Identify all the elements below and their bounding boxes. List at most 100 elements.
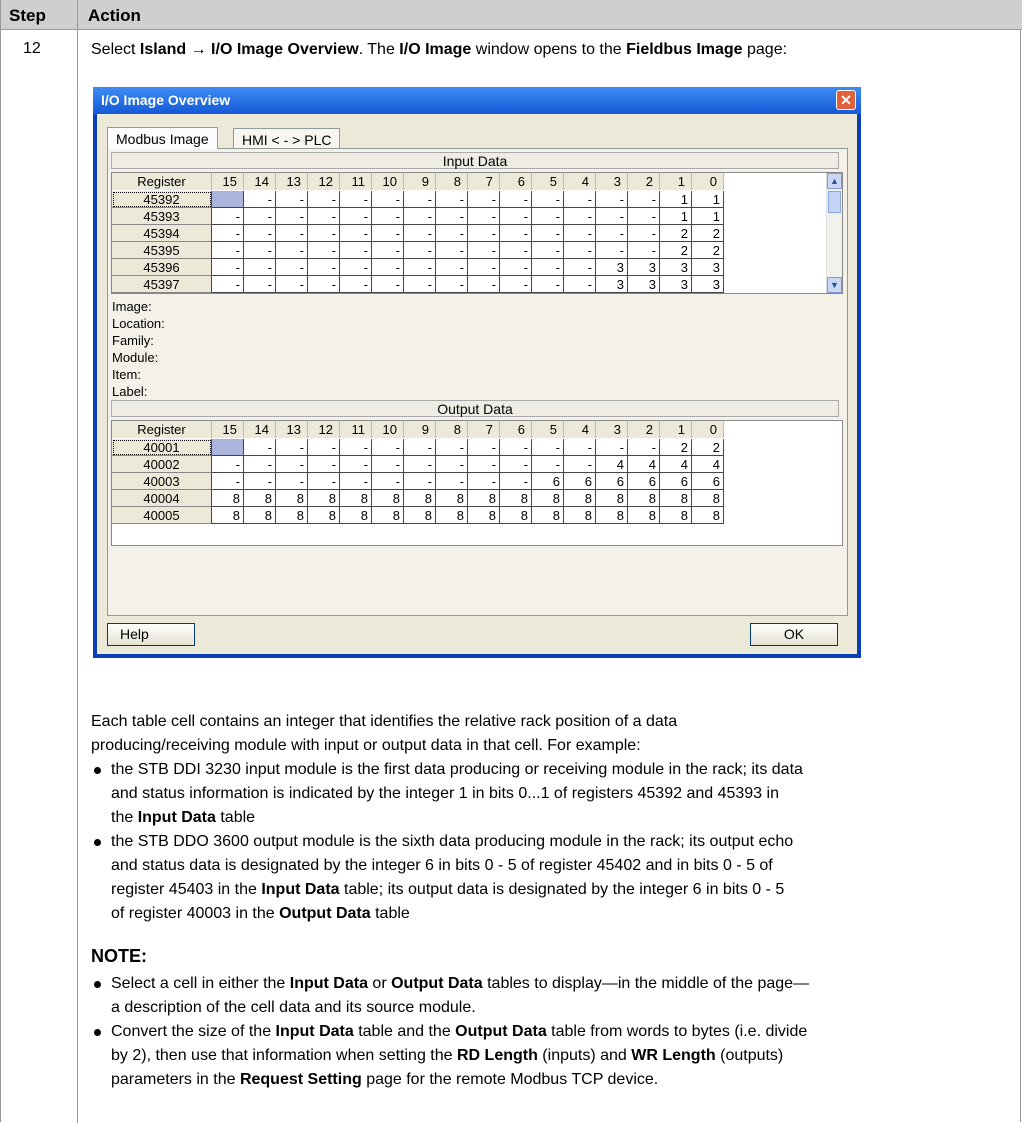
register-cell[interactable]: 45395 bbox=[112, 242, 212, 259]
bit-cell[interactable]: 3 bbox=[692, 259, 724, 276]
bit-cell[interactable]: - bbox=[308, 225, 340, 242]
bit-cell[interactable]: - bbox=[436, 242, 468, 259]
bit-cell[interactable]: - bbox=[436, 225, 468, 242]
bit-cell[interactable]: - bbox=[340, 276, 372, 293]
bit-cell[interactable]: - bbox=[564, 439, 596, 456]
bit-cell[interactable]: - bbox=[340, 225, 372, 242]
register-cell[interactable]: 40004 bbox=[112, 490, 212, 507]
bit-cell[interactable]: 8 bbox=[564, 507, 596, 524]
bit-cell[interactable]: - bbox=[372, 456, 404, 473]
bit-cell[interactable]: - bbox=[468, 208, 500, 225]
bit-cell[interactable]: 8 bbox=[212, 507, 244, 524]
bit-cell[interactable]: - bbox=[564, 191, 596, 208]
bit-cell[interactable]: - bbox=[244, 242, 276, 259]
bit-cell[interactable]: - bbox=[308, 242, 340, 259]
ok-button[interactable]: OK bbox=[750, 623, 838, 646]
bit-cell[interactable]: - bbox=[468, 225, 500, 242]
bit-cell[interactable]: - bbox=[436, 259, 468, 276]
bit-cell[interactable]: 2 bbox=[660, 225, 692, 242]
bit-cell[interactable]: - bbox=[212, 242, 244, 259]
bit-cell[interactable]: 1 bbox=[692, 208, 724, 225]
bit-cell[interactable]: - bbox=[404, 191, 436, 208]
bit-cell[interactable]: - bbox=[500, 276, 532, 293]
bit-cell[interactable]: - bbox=[244, 276, 276, 293]
bit-cell[interactable]: - bbox=[500, 225, 532, 242]
bit-cell[interactable]: - bbox=[276, 191, 308, 208]
bit-cell[interactable]: - bbox=[500, 242, 532, 259]
bit-cell[interactable]: 8 bbox=[692, 490, 724, 507]
bit-cell[interactable]: - bbox=[564, 259, 596, 276]
bit-cell[interactable]: - bbox=[276, 456, 308, 473]
output-data-grid[interactable]: Register 15 14 13 12 11 10 9 8 7 6 5 4 3 2 1 0 40001- - - - -… bbox=[111, 420, 843, 546]
bit-cell[interactable]: 2 bbox=[692, 242, 724, 259]
bit-cell[interactable]: - bbox=[276, 439, 308, 456]
bit-cell[interactable]: - bbox=[372, 208, 404, 225]
bit-cell[interactable]: 8 bbox=[628, 507, 660, 524]
bit-cell[interactable]: - bbox=[596, 242, 628, 259]
bit-cell[interactable]: 8 bbox=[660, 490, 692, 507]
close-icon[interactable]: ✕ bbox=[836, 90, 856, 110]
bit-cell[interactable]: - bbox=[436, 208, 468, 225]
bit-cell[interactable]: 6 bbox=[692, 473, 724, 490]
bit-cell[interactable]: 8 bbox=[244, 490, 276, 507]
bit-cell[interactable] bbox=[212, 439, 244, 456]
bit-cell[interactable]: 8 bbox=[692, 507, 724, 524]
bit-cell[interactable] bbox=[212, 191, 244, 208]
bit-cell[interactable]: 6 bbox=[564, 473, 596, 490]
bit-cell[interactable]: 2 bbox=[660, 242, 692, 259]
bit-cell[interactable]: - bbox=[372, 439, 404, 456]
bit-cell[interactable]: 3 bbox=[596, 259, 628, 276]
bit-cell[interactable]: 8 bbox=[500, 490, 532, 507]
input-data-grid[interactable]: Register 15 14 13 12 11 10 9 8 7 6 5 4 3 2 1 0 45392- - - - -… bbox=[111, 172, 843, 294]
bit-cell[interactable]: - bbox=[468, 439, 500, 456]
bit-cell[interactable]: 8 bbox=[468, 507, 500, 524]
bit-cell[interactable]: - bbox=[244, 456, 276, 473]
bit-cell[interactable]: - bbox=[244, 225, 276, 242]
bit-cell[interactable]: - bbox=[404, 276, 436, 293]
bit-cell[interactable]: - bbox=[340, 191, 372, 208]
dialog-titlebar[interactable]: I/O Image Overview ✕ bbox=[93, 87, 861, 114]
bit-cell[interactable]: 8 bbox=[244, 507, 276, 524]
bit-cell[interactable]: - bbox=[532, 208, 564, 225]
scroll-up-icon[interactable]: ▲ bbox=[827, 173, 842, 189]
bit-cell[interactable]: 8 bbox=[372, 507, 404, 524]
bit-cell[interactable]: - bbox=[308, 191, 340, 208]
bit-cell[interactable]: - bbox=[436, 456, 468, 473]
bit-cell[interactable]: - bbox=[436, 473, 468, 490]
bit-cell[interactable]: 4 bbox=[660, 456, 692, 473]
bit-cell[interactable]: - bbox=[628, 208, 660, 225]
bit-cell[interactable]: - bbox=[340, 242, 372, 259]
register-cell[interactable]: 45396 bbox=[112, 259, 212, 276]
bit-cell[interactable]: - bbox=[468, 191, 500, 208]
scroll-thumb[interactable] bbox=[828, 191, 841, 213]
bit-cell[interactable]: - bbox=[244, 191, 276, 208]
bit-cell[interactable]: - bbox=[404, 242, 436, 259]
bit-cell[interactable]: - bbox=[468, 276, 500, 293]
bit-cell[interactable]: - bbox=[564, 276, 596, 293]
bit-cell[interactable]: - bbox=[532, 439, 564, 456]
bit-cell[interactable]: 2 bbox=[692, 225, 724, 242]
bit-cell[interactable]: 8 bbox=[596, 507, 628, 524]
bit-cell[interactable]: - bbox=[212, 208, 244, 225]
bit-cell[interactable]: - bbox=[596, 208, 628, 225]
bit-cell[interactable]: - bbox=[628, 242, 660, 259]
bit-cell[interactable]: 3 bbox=[660, 259, 692, 276]
bit-cell[interactable]: - bbox=[500, 473, 532, 490]
bit-cell[interactable]: - bbox=[436, 276, 468, 293]
bit-cell[interactable]: - bbox=[532, 456, 564, 473]
bit-cell[interactable]: 8 bbox=[436, 507, 468, 524]
bit-cell[interactable]: 3 bbox=[596, 276, 628, 293]
register-cell[interactable]: 40005 bbox=[112, 507, 212, 524]
bit-cell[interactable]: - bbox=[372, 225, 404, 242]
bit-cell[interactable]: - bbox=[500, 456, 532, 473]
bit-cell[interactable]: 3 bbox=[660, 276, 692, 293]
bit-cell[interactable]: - bbox=[436, 191, 468, 208]
bit-cell[interactable]: - bbox=[436, 439, 468, 456]
bit-cell[interactable]: - bbox=[532, 259, 564, 276]
bit-cell[interactable]: - bbox=[532, 276, 564, 293]
bit-cell[interactable]: - bbox=[372, 259, 404, 276]
bit-cell[interactable]: 8 bbox=[532, 507, 564, 524]
bit-cell[interactable]: - bbox=[468, 473, 500, 490]
bit-cell[interactable]: - bbox=[244, 208, 276, 225]
bit-cell[interactable]: - bbox=[340, 456, 372, 473]
